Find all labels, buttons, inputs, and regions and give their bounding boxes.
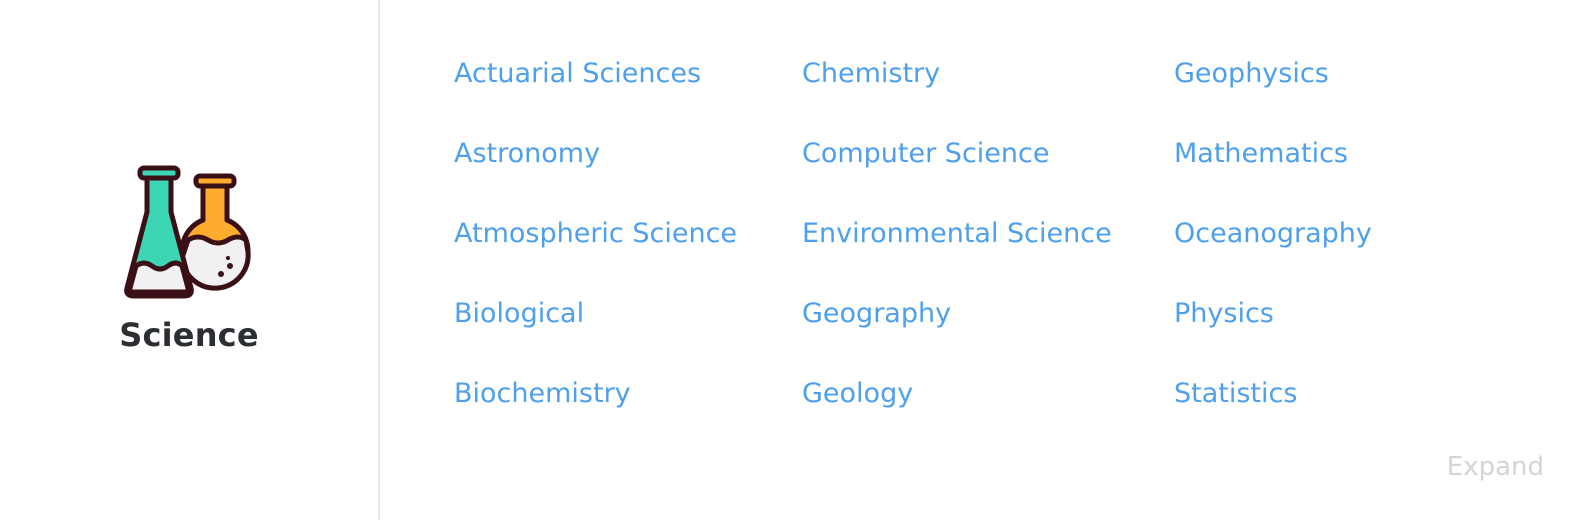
link-actuarial-sciences[interactable]: Actuarial Sciences (454, 57, 701, 91)
vertical-divider (378, 0, 380, 520)
category-title: Science (119, 316, 259, 354)
link-geophysics[interactable]: Geophysics (1174, 57, 1329, 91)
link-geography[interactable]: Geography (802, 297, 951, 331)
link-chemistry[interactable]: Chemistry (802, 57, 940, 91)
link-environmental-science[interactable]: Environmental Science (802, 217, 1112, 251)
link-physics[interactable]: Physics (1174, 297, 1274, 331)
expand-button[interactable]: Expand (1447, 452, 1544, 482)
link-geology[interactable]: Geology (802, 377, 913, 411)
lab-flasks-icon (124, 165, 251, 299)
link-mathematics[interactable]: Mathematics (1174, 137, 1348, 171)
science-category-panel: Science Actuarial Sciences Astronomy Atm… (0, 0, 1584, 520)
link-biological[interactable]: Biological (454, 297, 584, 331)
category-section: Science (0, 0, 378, 520)
link-oceanography[interactable]: Oceanography (1174, 217, 1372, 251)
link-astronomy[interactable]: Astronomy (454, 137, 600, 171)
link-atmospheric-science[interactable]: Atmospheric Science (454, 217, 737, 251)
link-biochemistry[interactable]: Biochemistry (454, 377, 631, 411)
link-statistics[interactable]: Statistics (1174, 377, 1297, 411)
link-computer-science[interactable]: Computer Science (802, 137, 1049, 171)
